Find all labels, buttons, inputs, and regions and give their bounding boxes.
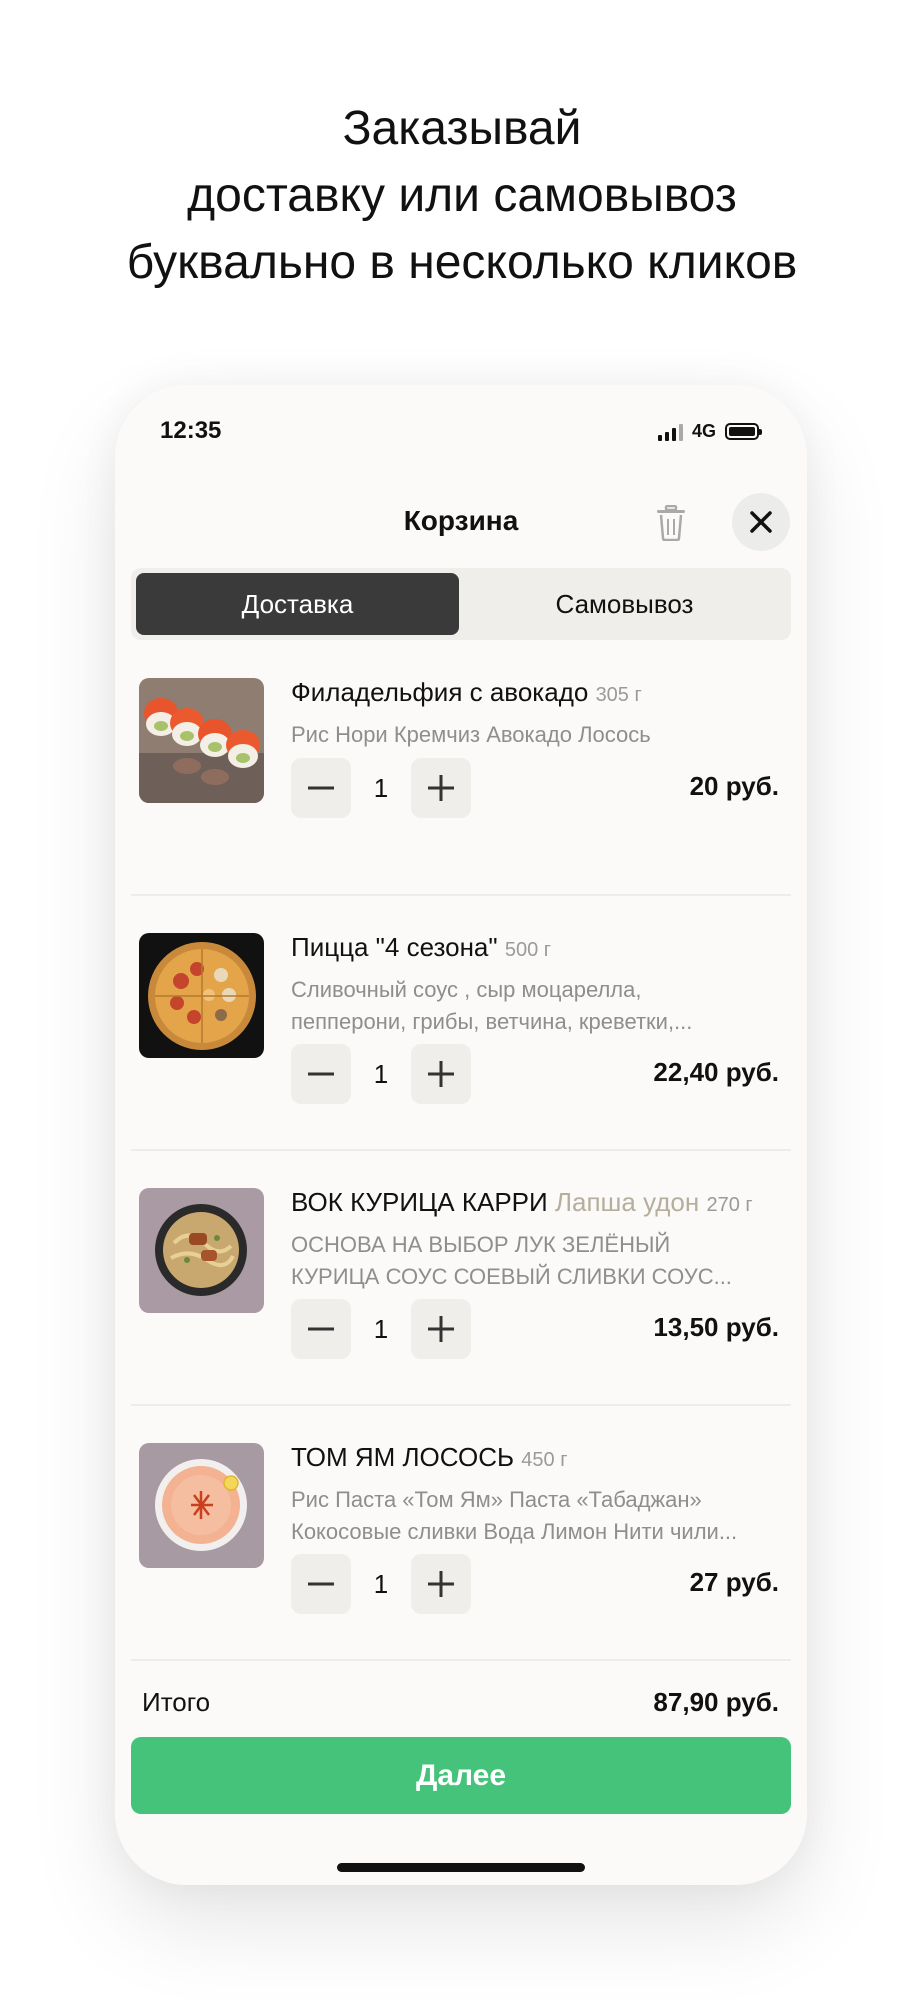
item-name: Филадельфия с авокадо [291, 677, 589, 707]
item-image [139, 1188, 264, 1313]
minus-icon [308, 1072, 334, 1076]
quantity-stepper: 1 [291, 758, 471, 818]
cart-list: Филадельфия с авокадо 305 г Рис Нори Кре… [115, 641, 807, 1661]
minus-icon [308, 786, 334, 790]
item-price: 13,50 руб. [653, 1312, 779, 1342]
signal-icon [657, 423, 683, 441]
quantity-stepper: 1 [291, 1554, 471, 1614]
item-description-line: Сливочный соус , сыр моцарелла, [291, 977, 642, 1002]
next-button[interactable]: Далее [131, 1737, 791, 1814]
item-description-line: пепперони, грибы, ветчина, креветки,... [291, 1009, 693, 1034]
plus-icon [428, 1571, 454, 1597]
cart-item: Филадельфия с авокадо 305 г Рис Нори Кре… [115, 641, 807, 896]
headline-line-1: Заказывай [342, 102, 582, 155]
item-quantity: 1 [373, 1058, 389, 1089]
item-name: Пицца "4 сезона" [291, 932, 498, 962]
item-name-row: ВОК КУРИЦА КАРРИ Лапша удон 270 г [291, 1187, 753, 1218]
item-image [139, 1443, 264, 1568]
network-label: 4G [691, 421, 716, 441]
item-description: Рис Нори Кремчиз Авокадо Лосось [291, 719, 781, 751]
item-weight: 305 г [595, 684, 642, 706]
item-subtitle: Лапша удон [554, 1187, 700, 1217]
increase-button[interactable] [411, 1044, 471, 1104]
divider [131, 1659, 791, 1661]
item-weight: 500 г [504, 939, 552, 961]
plus-icon [428, 775, 454, 801]
increase-button[interactable] [411, 1554, 471, 1614]
home-indicator[interactable] [337, 1863, 585, 1872]
quantity-stepper: 1 [291, 1299, 471, 1359]
item-price: 27 руб. [689, 1567, 779, 1597]
minus-icon [308, 1582, 334, 1586]
status-icons: 4G [657, 421, 762, 442]
tab-delivery[interactable]: Доставка [136, 573, 459, 635]
cart-item: Пицца "4 сезона" 500 г Сливочный соус , … [115, 896, 807, 1151]
cart-footer: Итого 87,90 руб. Далее [115, 1675, 807, 1885]
item-image [139, 933, 264, 1058]
headline-line-2: доставку или самовывоз [187, 169, 737, 222]
quantity-stepper: 1 [291, 1044, 471, 1104]
increase-button[interactable] [411, 758, 471, 818]
close-icon [750, 511, 772, 533]
total-label: Итого [142, 1687, 211, 1717]
decrease-button[interactable] [291, 758, 351, 818]
plus-icon [428, 1316, 454, 1342]
item-weight: 270 г [706, 1194, 753, 1216]
tab-pickup[interactable]: Самовывоз [463, 573, 786, 635]
trash-icon[interactable] [655, 504, 687, 542]
increase-button[interactable] [411, 1299, 471, 1359]
phone-frame: 12:35 4G Корзина Доставка Самовывоз Фила… [115, 385, 807, 1885]
plus-icon [428, 1061, 454, 1087]
item-description: Рис Паста «Том Ям» Паста «Табаджан» Коко… [291, 1484, 781, 1548]
promo-headline: Заказывай доставку или самовывоз букваль… [0, 95, 924, 296]
cart-item: ТОМ ЯМ ЛОСОСЬ 450 г Рис Паста «Том Ям» П… [115, 1406, 807, 1661]
item-price: 22,40 руб. [653, 1057, 779, 1087]
item-price: 20 руб. [689, 771, 779, 801]
item-description-line: Рис Нори Кремчиз Авокадо Лосось [291, 722, 651, 747]
delivery-mode-switch: Доставка Самовывоз [131, 568, 791, 640]
total-value: 87,90 руб. [653, 1687, 779, 1717]
item-quantity: 1 [373, 1313, 389, 1344]
battery-icon [725, 423, 762, 440]
item-name-row: Пицца "4 сезона" 500 г [291, 932, 551, 963]
decrease-button[interactable] [291, 1299, 351, 1359]
item-name: ВОК КУРИЦА КАРРИ [291, 1187, 548, 1217]
item-description-line: ОСНОВА НА ВЫБОР ЛУК ЗЕЛЁНЫЙ [291, 1232, 671, 1257]
cart-item: ВОК КУРИЦА КАРРИ Лапша удон 270 г ОСНОВА… [115, 1151, 807, 1406]
item-description: ОСНОВА НА ВЫБОР ЛУК ЗЕЛЁНЫЙ КУРИЦА СОУС … [291, 1229, 781, 1293]
item-name-row: Филадельфия с авокадо 305 г [291, 677, 642, 708]
decrease-button[interactable] [291, 1554, 351, 1614]
minus-icon [308, 1327, 334, 1331]
item-image [139, 678, 264, 803]
status-time: 12:35 [160, 417, 222, 444]
item-description-line: Кокосовые сливки Вода Лимон Нити чили... [291, 1519, 738, 1544]
close-button[interactable] [732, 493, 790, 551]
item-description: Сливочный соус , сыр моцарелла, пепперон… [291, 974, 781, 1038]
headline-line-3: буквально в несколько кликов [126, 236, 798, 289]
item-quantity: 1 [373, 772, 389, 803]
item-description-line: Рис Паста «Том Ям» Паста «Табаджан» [291, 1487, 702, 1512]
item-description-line: КУРИЦА СОУС СОЕВЫЙ СЛИВКИ СОУС... [291, 1264, 732, 1289]
decrease-button[interactable] [291, 1044, 351, 1104]
item-name-row: ТОМ ЯМ ЛОСОСЬ 450 г [291, 1442, 568, 1473]
item-weight: 450 г [521, 1449, 568, 1471]
item-name: ТОМ ЯМ ЛОСОСЬ [291, 1442, 515, 1472]
item-quantity: 1 [373, 1568, 389, 1599]
page-title: Корзина [403, 505, 519, 536]
